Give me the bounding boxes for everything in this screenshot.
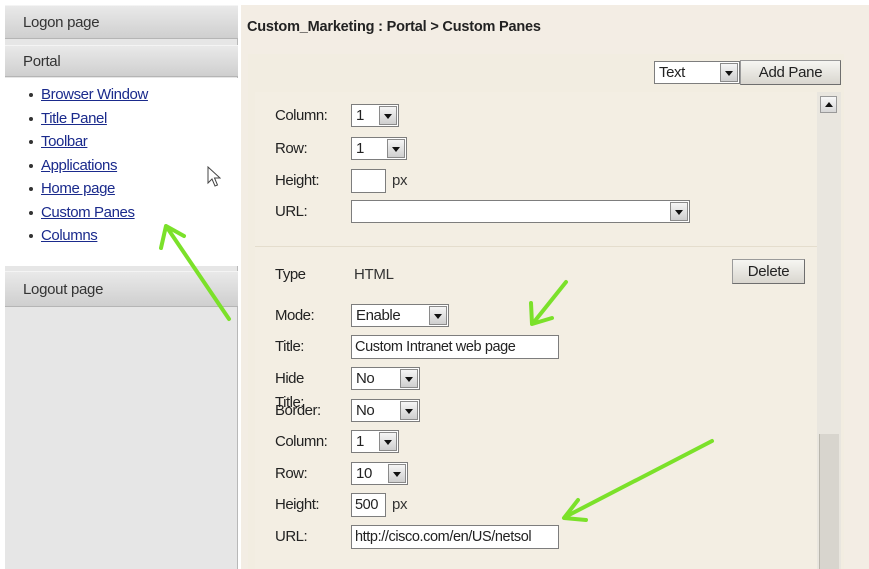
main-panel: Custom_Marketing : Portal > Custom Panes…: [241, 5, 869, 569]
title-panel-link[interactable]: Title Panel: [41, 110, 107, 127]
height-label: Height:: [275, 172, 320, 189]
row-value: 1: [356, 140, 364, 157]
mouse-cursor-icon: [207, 166, 221, 187]
border-value: No: [356, 402, 375, 419]
pane-type-select[interactable]: Text: [654, 61, 740, 84]
custom-panes-content: Text Add Pane Column: 1 Row: 1 Height: p…: [248, 54, 844, 569]
dropdown-arrow-icon: [379, 106, 397, 125]
row-select[interactable]: 1: [351, 137, 407, 160]
column-label: Column:: [275, 107, 328, 124]
sidebar-item-title-panel: Title Panel: [27, 108, 238, 132]
type-label: Type: [275, 266, 306, 283]
dropdown-arrow-icon: [670, 202, 688, 221]
vertical-scrollbar[interactable]: [817, 92, 841, 569]
row-label: Row:: [275, 140, 308, 157]
mode-label: Mode:: [275, 307, 315, 324]
portal-item[interactable]: Portal: [5, 45, 238, 77]
border-label: Border:: [275, 402, 321, 419]
url-input[interactable]: http://cisco.com/en/US/netsol: [351, 525, 559, 549]
home-page-link[interactable]: Home page: [41, 180, 115, 197]
columns-link[interactable]: Columns: [41, 227, 98, 244]
scroll-up-icon[interactable]: [820, 96, 837, 113]
pane-type-value: Text: [659, 64, 685, 81]
url-label: URL:: [275, 528, 308, 545]
height-input[interactable]: 500: [351, 493, 386, 517]
custom-panes-link[interactable]: Custom Panes: [41, 204, 135, 221]
url-select[interactable]: [351, 200, 690, 223]
dropdown-arrow-icon: [388, 464, 406, 483]
mode-select[interactable]: Enable: [351, 304, 449, 327]
height-unit: px: [392, 496, 408, 513]
border-select[interactable]: No: [351, 399, 420, 422]
column-value: 1: [356, 107, 364, 124]
pane-1: Column: 1 Row: 1 Height: px URL:: [255, 92, 817, 247]
hide-title-select[interactable]: No: [351, 367, 420, 390]
dropdown-arrow-icon: [429, 306, 447, 325]
sidebar-item-toolbar: Toolbar: [27, 131, 238, 155]
title-input[interactable]: Custom Intranet web page: [351, 335, 559, 359]
height-unit: px: [392, 172, 408, 189]
mode-value: Enable: [356, 307, 401, 324]
logout-page-item[interactable]: Logout page: [5, 271, 238, 307]
hide-title-value: No: [356, 370, 375, 387]
type-value: HTML: [354, 266, 394, 283]
column-select[interactable]: 1: [351, 104, 399, 127]
column-label: Column:: [275, 433, 328, 450]
applications-link[interactable]: Applications: [41, 157, 117, 174]
dropdown-arrow-icon: [720, 63, 738, 82]
browser-window-link[interactable]: Browser Window: [41, 86, 148, 103]
dropdown-arrow-icon: [379, 432, 397, 451]
title-label: Title:: [275, 338, 304, 355]
pane-2: Type HTML Mode: Enable Title: Custom Int…: [255, 247, 817, 569]
row-label: Row:: [275, 465, 308, 482]
sidebar-item-custom-panes: Custom Panes: [27, 202, 238, 226]
dropdown-arrow-icon: [400, 401, 418, 420]
sidebar-item-browser-window: Browser Window: [27, 84, 238, 108]
row-select[interactable]: 10: [351, 462, 408, 485]
scroll-thumb[interactable]: [819, 434, 839, 569]
sidebar: Logon page Portal Browser Window Title P…: [5, 5, 238, 569]
column-select[interactable]: 1: [351, 430, 399, 453]
portal-submenu: Browser Window Title Panel Toolbar Appli…: [5, 78, 238, 266]
row-value: 10: [356, 465, 372, 482]
height-input[interactable]: [351, 169, 386, 193]
logon-page-item[interactable]: Logon page: [5, 5, 238, 39]
dropdown-arrow-icon: [387, 139, 405, 158]
add-pane-button[interactable]: Add Pane: [740, 60, 841, 85]
column-value: 1: [356, 433, 364, 450]
delete-button[interactable]: Delete: [732, 259, 805, 284]
sidebar-item-columns: Columns: [27, 225, 238, 249]
dropdown-arrow-icon: [400, 369, 418, 388]
breadcrumb: Custom_Marketing : Portal > Custom Panes: [247, 19, 541, 35]
url-label: URL:: [275, 203, 308, 220]
toolbar-link[interactable]: Toolbar: [41, 133, 88, 150]
height-label: Height:: [275, 496, 320, 513]
